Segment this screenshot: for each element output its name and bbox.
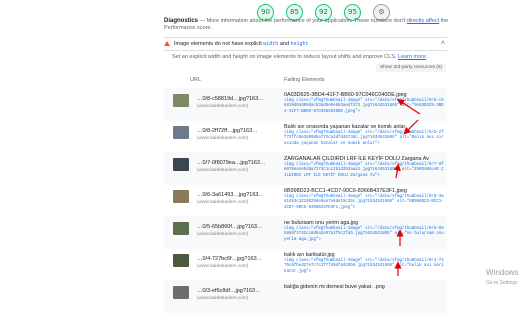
thumbnail-image: [173, 158, 189, 171]
row-host: (www.baldebadem.com): [197, 232, 249, 237]
learn-more-link[interactable]: Learn more: [398, 54, 426, 60]
audit-title-pre: Image elements do not have explicit: [174, 41, 264, 47]
audit-unsized-images[interactable]: Image elements do not have explicit widt…: [164, 37, 447, 51]
row-host: (www.baldebadem.com): [197, 136, 249, 141]
row-url[interactable]: …0/3-ef6c8df…jpg?163…: [197, 288, 261, 294]
diagnostics-heading: Diagnostics — More information about the…: [164, 18, 464, 32]
row-host: (www.baldebadem.com): [197, 264, 249, 269]
table-row: …0/7-0f8079ea…jpg?163… (www.baldebadem.c…: [164, 152, 447, 185]
row-url[interactable]: …0/8-c58819d…jpg?163…: [197, 96, 264, 102]
audit-description: Set an explicit width and height on imag…: [172, 54, 426, 60]
failing-element-title: Balık avı sırasında yaşanan kazalar ve k…: [284, 124, 406, 130]
row-host: (www.baldebadem.com): [197, 104, 249, 109]
column-url: URL: [190, 77, 202, 83]
failing-element-title: ne bulursam onu yerim aga.jpg: [284, 220, 359, 226]
failing-element-title: balık avı karikatür.jpg: [284, 252, 335, 258]
table-row: …0/5-65b860f…jpg?163… (www.baldebadem.co…: [164, 216, 447, 249]
table-row: …0/8-c58819d…jpg?163… (www.baldebadem.co…: [164, 88, 447, 121]
thumbnail-image: [173, 222, 189, 235]
failing-element-code: <img class="vfmgThumbnail-Image" src="/d…: [284, 259, 444, 274]
failing-element-title: 0A03D625-3BD4-41F7-BB60-97C046C040DE.jpe…: [284, 92, 407, 98]
failing-element: Balık avı sırasında yaşanan kazalar ve k…: [284, 124, 446, 147]
row-url[interactable]: …0/4-727bc6f…jpg?163…: [197, 256, 262, 262]
watermark-line2: Go to Settings: [486, 280, 518, 286]
windows-activation-watermark: Windows Go to Settings: [486, 268, 518, 288]
row-url[interactable]: …0/6-3a61493…jpg?163…: [197, 192, 264, 198]
row-url[interactable]: …0/7-0f8079ea…jpg?163…: [197, 160, 266, 166]
failing-element-code: <img class="vfmgThumbnail-Image" src="/d…: [284, 227, 444, 242]
failing-element-code: <img class="vfmgThumbnail-Image" src="/d…: [284, 99, 444, 114]
failing-element: balık avı karikatür.jpg <img class="vfmg…: [284, 252, 446, 275]
failing-element-title: balığa gidenin mi demesi buve yakar. .pn…: [284, 284, 385, 290]
thumbnail-image: [173, 126, 189, 139]
failing-element-title: 6B998D23-BCC1-4CD7-90C6-8366B437E3F1.jpe…: [284, 188, 407, 194]
row-url[interactable]: …0/8-2ff72ff…jpg?163…: [197, 128, 258, 134]
chevron-up-icon[interactable]: ˄: [441, 38, 445, 50]
failing-element-title: ZARGANALAR ÇILDIRDI LRF İLE KEYİF DOLU Z…: [284, 156, 429, 162]
failing-element: ne bulursam onu yerim aga.jpg <img class…: [284, 220, 446, 243]
failing-element: 6B998D23-BCC1-4CD7-90C6-8366B437E3F1.jpe…: [284, 188, 446, 211]
failing-element: ZARGANALAR ÇILDIRDI LRF İLE KEYİF DOLU Z…: [284, 156, 446, 179]
watermark-line1: Windows: [486, 268, 519, 277]
thumbnail-image: [173, 190, 189, 203]
diagnostics-title: Diagnostics: [164, 18, 199, 24]
column-failing-elements: Failing Elements: [284, 77, 325, 83]
audit-code-height: height: [290, 41, 309, 47]
failing-element-code: <img class="vfmgThumbnail-Image" src="/d…: [284, 163, 444, 178]
thumbnail-image: [173, 286, 189, 299]
third-party-toggle[interactable]: Show 3rd-party resources (5): [376, 64, 446, 72]
failing-element-code: <img class="vfmgThumbnail-Image" src="/d…: [284, 131, 444, 146]
failing-element-code: <img class="vfmgThumbnail-Image" src="/d…: [284, 195, 444, 210]
diagnostics-link[interactable]: directly affect: [407, 18, 439, 24]
failing-element: balığa gidenin mi demesi buve yakar. .pn…: [284, 284, 446, 291]
row-host: (www.baldebadem.com): [197, 200, 249, 205]
table-row: …0/6-3a61493…jpg?163… (www.baldebadem.co…: [164, 184, 447, 217]
failing-element: 0A03D625-3BD4-41F7-BB60-97C046C040DE.jpe…: [284, 92, 446, 115]
thumbnail-image: [173, 94, 189, 107]
audit-title-mid: and: [278, 41, 291, 47]
table-row: …0/4-727bc6f…jpg?163… (www.baldebadem.co…: [164, 248, 447, 281]
fail-triangle-icon: [164, 41, 170, 47]
thumbnail-image: [173, 254, 189, 267]
diagnostics-text: — More information about the performance…: [198, 18, 407, 24]
audit-code-width: width: [263, 41, 279, 47]
row-host: (www.baldebadem.com): [197, 296, 249, 301]
table-row: …0/3-ef6c8df…jpg?163… (www.baldebadem.co…: [164, 280, 447, 313]
row-host: (www.baldebadem.com): [197, 168, 249, 173]
row-url[interactable]: …0/5-65b860f…jpg?163…: [197, 224, 262, 230]
audit-description-text: Set an explicit width and height on imag…: [172, 54, 398, 60]
table-row: …0/8-2ff72ff…jpg?163… (www.baldebadem.co…: [164, 120, 447, 153]
